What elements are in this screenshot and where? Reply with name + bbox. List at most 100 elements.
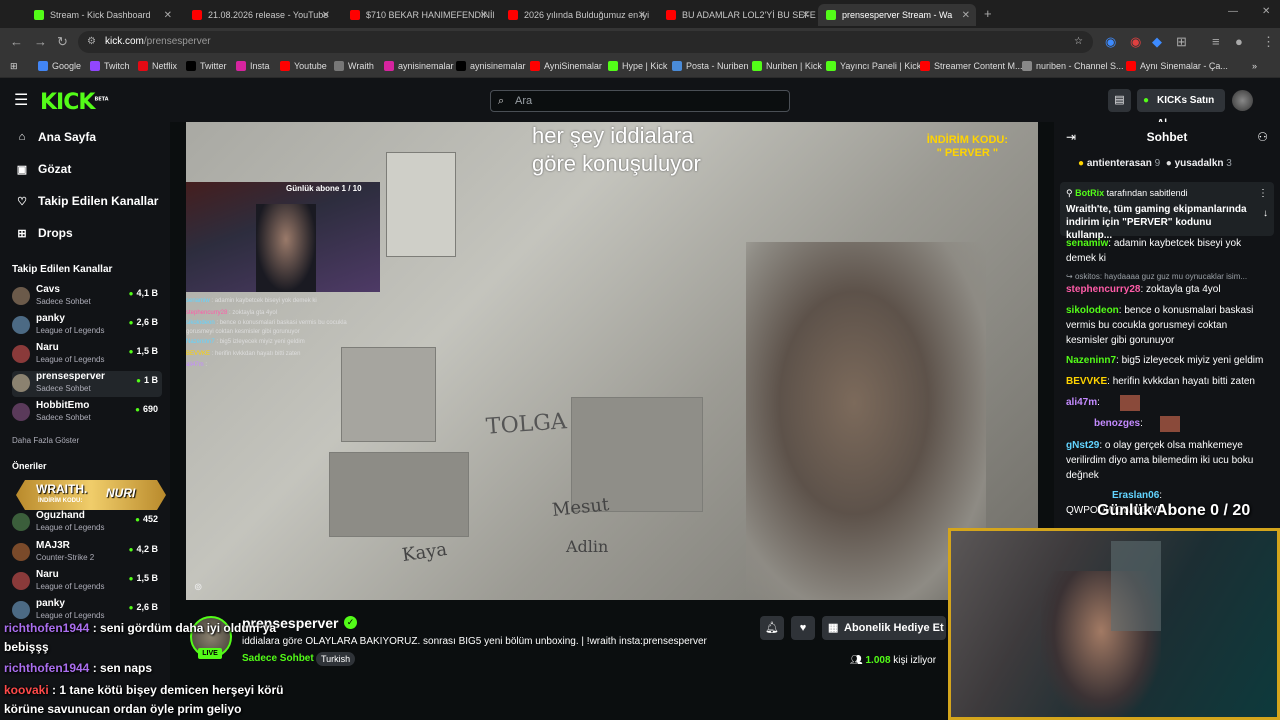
language-tag[interactable]: Turkish — [316, 652, 356, 666]
profile-icon[interactable]: ● — [1235, 34, 1243, 49]
close-tab-icon[interactable]: ✕ — [322, 10, 330, 21]
hamburger-menu-icon[interactable]: ☰ — [14, 90, 28, 110]
nav-browse[interactable]: ▣ Gözat — [16, 162, 72, 176]
close-tab-icon[interactable]: ✕ — [802, 10, 810, 21]
stream-category[interactable]: Sadece Sohbet — [242, 653, 314, 664]
bookmark-item[interactable]: Yayıncı Paneli | Kick — [826, 61, 921, 71]
kick-icon — [752, 61, 762, 71]
bookmark-item[interactable]: Posta - Nuriben — [672, 61, 749, 71]
expand-pinned-icon[interactable]: ↓ — [1263, 208, 1268, 219]
bookmark-item[interactable]: Wraith — [334, 61, 374, 71]
library-icon[interactable]: ▤ — [1108, 89, 1131, 112]
search-input[interactable]: ⌕ Ara — [490, 90, 790, 112]
pinned-message[interactable]: ⚲ BotRix tarafından sabitlendi Wraith'te… — [1060, 182, 1274, 241]
netflix-icon — [138, 61, 148, 71]
youtube-favicon-icon — [508, 10, 518, 20]
clip-icon[interactable]: ⊚ — [194, 582, 202, 593]
gift-icon: ▦ — [828, 622, 839, 634]
instagram-icon — [384, 61, 394, 71]
sidebar-channel[interactable]: NaruLeague of Legends1,5 B — [12, 569, 162, 595]
youtube-favicon-icon — [666, 10, 676, 20]
close-tab-icon[interactable]: ✕ — [164, 10, 172, 21]
follow-heart-icon[interactable]: ♥ — [791, 616, 815, 640]
avatar — [12, 601, 30, 619]
bookmark-item[interactable]: Hype | Kick — [608, 61, 667, 71]
bookmark-item[interactable]: Insta — [236, 61, 270, 71]
bookmark-item[interactable]: Nuriben | Kick — [752, 61, 822, 71]
close-tab-icon[interactable]: ✕ — [638, 10, 646, 21]
following-section-title: Takip Edilen Kanallar — [12, 264, 113, 275]
chat-message: gNst29: o olay gerçek olsa mahkemeye ver… — [1066, 440, 1254, 481]
kick-icon — [608, 61, 618, 71]
facecam-overlay — [948, 528, 1280, 720]
forward-icon[interactable]: → — [34, 34, 47, 49]
youtube-favicon-icon — [192, 10, 202, 20]
more-options-icon[interactable]: ⋮ — [1258, 188, 1268, 199]
gift-rank-icon: ● — [1078, 158, 1085, 169]
site-info-icon[interactable]: ⚙ — [87, 31, 96, 53]
minimize-icon[interactable]: — — [1228, 6, 1238, 17]
sidebar-channel[interactable]: MAJ3RCounter-Strike 24,2 B — [12, 540, 162, 566]
bookmark-item[interactable]: Twitch — [90, 61, 130, 71]
bookmark-item[interactable]: AyniSinemalar — [530, 61, 602, 71]
bookmark-item[interactable]: nuriben - Channel S... — [1022, 61, 1124, 71]
sidebar-channel-active[interactable]: prensesperverSadece Sohbet1 B — [12, 371, 162, 397]
close-window-icon[interactable]: ✕ — [1262, 6, 1270, 17]
gift-subscription-button[interactable]: ▦ Abonelik Hediye Et — [822, 616, 946, 640]
new-tab-icon[interactable]: + — [984, 6, 992, 21]
notification-bell-icon[interactable]: 🔔︎ — [760, 616, 784, 640]
chat-message: Nazeninn7: big5 izleyecek miyiz yeni gel… — [1066, 355, 1264, 366]
avatar — [12, 374, 30, 392]
close-tab-icon[interactable]: ✕ — [480, 10, 488, 21]
reload-icon[interactable]: ↻ — [57, 34, 68, 50]
gift-icon: ⊞ — [17, 227, 27, 240]
extension-icon[interactable]: ◆ — [1152, 34, 1162, 50]
bookmark-item[interactable]: Aynı Sinemalar - Ça... — [1126, 61, 1228, 71]
nav-home[interactable]: ⌂ Ana Sayfa — [16, 130, 96, 144]
daily-sub-counter: Günlük Abone 0 / 20 — [1097, 502, 1251, 519]
bookmark-item[interactable]: aynisinemalar — [456, 61, 526, 71]
browser-tab[interactable]: BU ADAMLAR LOL2'Yİ BU SEFER ✕ — [658, 4, 816, 26]
avatar — [12, 572, 30, 590]
viewer-count: 👥︎ 1.008 kişi izliyor — [850, 655, 937, 666]
browser-menu-icon[interactable]: ⋮ — [1262, 34, 1275, 50]
close-tab-icon[interactable]: ✕ — [962, 10, 970, 21]
extensions-puzzle-icon[interactable]: ⊞ — [1176, 34, 1187, 50]
extension-icon[interactable]: ◉ — [1130, 34, 1141, 50]
apps-grid-icon[interactable]: ⊞ — [10, 61, 18, 72]
nav-following[interactable]: ♡ Takip Edilen Kanallar — [16, 194, 158, 208]
browser-tab-active[interactable]: prensesperver Stream - Wa ✕ — [818, 4, 976, 26]
browser-tab[interactable]: $710 BEKAR HANIMEFENDİNİN ✕ — [342, 4, 494, 26]
video-player[interactable]: TOLGA Mesut Adlin Kaya her şey iddialara… — [186, 122, 1038, 600]
nav-drops[interactable]: ⊞ Drops — [16, 226, 72, 240]
bookmark-item[interactable]: Twitter — [186, 61, 227, 71]
media-control-icon[interactable]: ≡ — [1212, 34, 1220, 49]
bookmark-star-icon[interactable]: ☆ — [1074, 31, 1083, 53]
show-more-link[interactable]: Daha Fazla Göster — [12, 436, 79, 445]
bookmark-item[interactable]: Google — [38, 61, 81, 71]
browser-tab[interactable]: Stream - Kick Dashboard ✕ — [26, 4, 178, 26]
youtube-icon — [920, 61, 930, 71]
kick-logo[interactable]: KICKBETA — [40, 90, 109, 115]
browser-tab-bar: Stream - Kick Dashboard ✕ 21.08.2026 rele… — [0, 0, 1280, 28]
back-icon[interactable]: ← — [10, 34, 23, 49]
chat-users-icon[interactable]: ⚇ — [1257, 130, 1268, 144]
bookmark-item[interactable]: aynisinemalar — [384, 61, 454, 71]
bookmark-item[interactable]: Netflix — [138, 61, 177, 71]
extension-icon[interactable]: ◉ — [1105, 34, 1116, 50]
bookmark-item[interactable]: Streamer Content M... — [920, 61, 1023, 71]
buy-kicks-button[interactable]: ●KICKs Satın Al — [1137, 89, 1225, 129]
overlay-chat-line: richthofen1944 : sen naps — [4, 661, 153, 675]
bookmarks-bar: ⊞ Google Twitch Netflix Twitter Insta Yo… — [0, 56, 1280, 78]
sidebar-channel[interactable]: CavsSadece Sohbet4,1 B — [12, 284, 162, 310]
more-bookmarks-icon[interactable]: » — [1252, 61, 1257, 71]
avatar — [12, 403, 30, 421]
bookmark-item[interactable]: Youtube — [280, 61, 327, 71]
browser-tab[interactable]: 2026 yılında Bulduğumuz en iyi ✕ — [500, 4, 652, 26]
url-field[interactable]: ⚙ kick.com/prensesperver ☆ — [78, 31, 1093, 53]
user-avatar[interactable] — [1232, 90, 1253, 111]
browser-tab[interactable]: 21.08.2026 release - YouTube ✕ — [184, 4, 336, 26]
sidebar-channel[interactable]: NaruLeague of Legends1,5 B — [12, 342, 162, 368]
sidebar-channel[interactable]: HobbitEmoSadece Sohbet690 — [12, 400, 162, 426]
sidebar-channel[interactable]: pankyLeague of Legends2,6 B — [12, 313, 162, 339]
